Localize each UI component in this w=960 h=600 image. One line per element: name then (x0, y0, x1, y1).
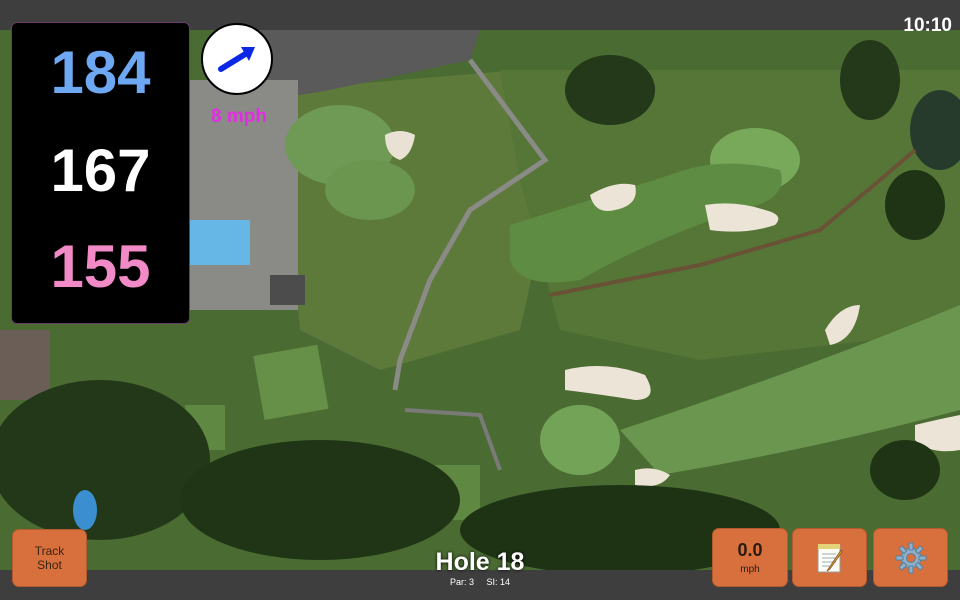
settings-button[interactable] (873, 528, 948, 587)
distance-panel: 184 167 155 (11, 22, 190, 324)
hole-title: Hole 18 (435, 548, 525, 576)
distance-back: 184 (50, 39, 151, 106)
hole-stroke-index: SI: 14 (486, 577, 511, 587)
speed-button[interactable]: 0.0 mph (712, 528, 788, 587)
track-shot-label: Track Shot (34, 544, 65, 572)
wind-speed-label: 8 mph (211, 106, 267, 127)
notepad-icon (817, 543, 842, 572)
wind-direction-arrow (218, 47, 255, 72)
gear-icon (895, 542, 926, 573)
track-shot-button[interactable]: Track Shot (12, 529, 87, 587)
distance-front: 155 (50, 233, 151, 300)
wind-direction-dial (201, 23, 273, 95)
hole-info: Par: 3 SI: 14 (380, 577, 580, 587)
speed-value: 0.0 (737, 540, 763, 560)
clock: 10:10 (903, 15, 952, 36)
hole-par: Par: 3 (449, 577, 474, 587)
speed-unit: mph (740, 564, 760, 575)
notes-button[interactable] (792, 528, 867, 587)
distance-middle: 167 (50, 137, 151, 204)
